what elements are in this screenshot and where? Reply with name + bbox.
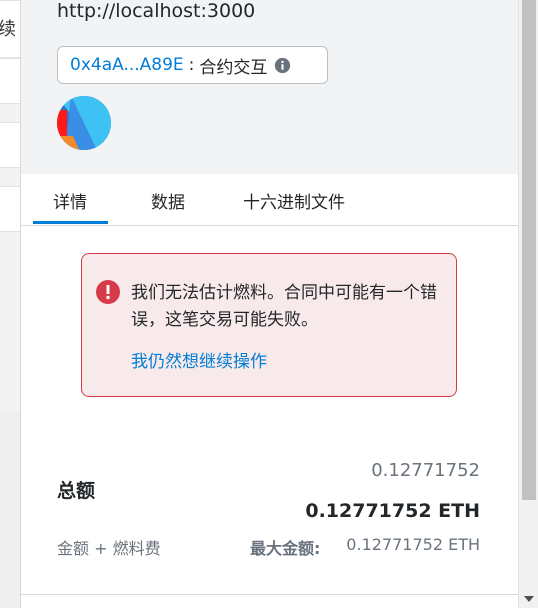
contract-address[interactable]: 0x4aA...A89E: [70, 55, 184, 75]
tab-hex[interactable]: 十六进制文件: [243, 188, 345, 213]
background-panel: [0, 412, 20, 608]
gas-estimate-error: 我们无法估计燃料。合同中可能有一个错误，这笔交易可能失败。 我仍然想继续操作: [81, 253, 457, 397]
info-icon[interactable]: [274, 57, 291, 74]
transaction-tabs: 详情 数据 十六进制文件: [21, 174, 518, 226]
max-amount-value: 0.12771752 ETH: [346, 535, 480, 554]
active-tab-indicator: [33, 221, 108, 224]
max-amount-label: 最大金额:: [250, 539, 321, 558]
tab-details[interactable]: 详情: [53, 188, 87, 213]
background-row: 续: [0, 0, 20, 58]
contract-interaction-pill[interactable]: 0x4aA...A89E : 合约交互: [57, 46, 328, 84]
identicon-avatar: [57, 96, 111, 150]
continue-anyway-link[interactable]: 我仍然想继续操作: [131, 347, 267, 372]
tab-data[interactable]: 数据: [151, 188, 185, 213]
site-origin: http://localhost:3000: [57, 0, 256, 22]
separator: :: [188, 55, 195, 75]
background-text: 续: [0, 19, 16, 40]
total-amount-secondary: 0.12771752: [371, 460, 480, 481]
transaction-header: http://localhost:3000 0x4aA...A89E : 合约交…: [21, 0, 518, 174]
interaction-type: 合约交互: [199, 57, 268, 78]
scrollbar-thumb[interactable]: [522, 0, 536, 500]
confirm-transaction-popup: http://localhost:3000 0x4aA...A89E : 合约交…: [20, 0, 518, 608]
amount-plus-gas-label: 金额 + 燃料费: [57, 539, 161, 558]
error-message: 我们无法估计燃料。合同中可能有一个错误，这笔交易可能失败。: [131, 283, 437, 330]
total-amount-primary: 0.12771752 ETH: [305, 500, 480, 522]
error-icon: [96, 280, 120, 304]
background-row: [0, 58, 20, 104]
background-page: 续: [0, 0, 20, 608]
divider: [21, 594, 518, 595]
background-row: [0, 186, 20, 232]
background-row: [0, 122, 20, 168]
scrollbar[interactable]: [518, 0, 538, 608]
scroll-down-arrow-icon[interactable]: [524, 596, 534, 602]
total-label: 总额: [57, 480, 96, 502]
